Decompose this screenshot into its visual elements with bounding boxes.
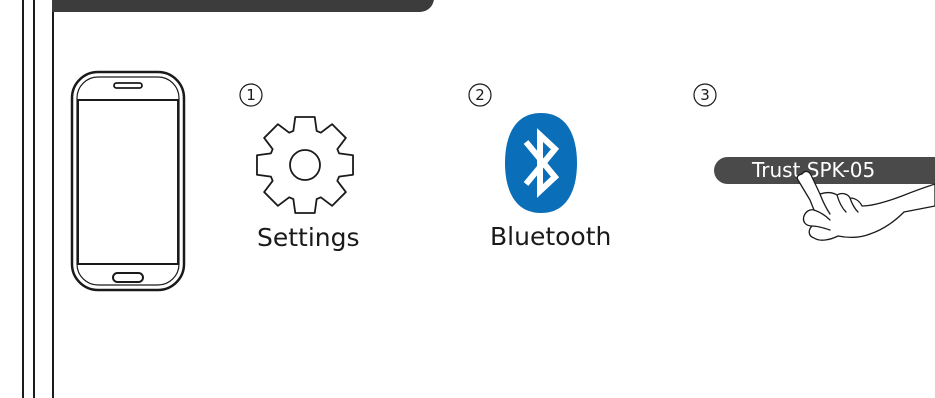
- step-1-number-badge: 1: [239, 83, 263, 107]
- step-2-number-badge: 2: [468, 83, 492, 107]
- bluetooth-icon: [505, 113, 577, 213]
- gear-outline: [256, 116, 354, 214]
- gear-icon: [256, 116, 354, 214]
- content-border-rule: [52, 0, 54, 398]
- step-2-number: 2: [475, 86, 485, 104]
- smartphone-icon: [70, 70, 186, 292]
- header-tab: [52, 0, 434, 12]
- left-border-rule-outer: [22, 0, 24, 398]
- step-1-number: 1: [246, 86, 256, 104]
- bluetooth-label: Bluetooth: [490, 222, 612, 251]
- left-border-rule-inner: [33, 0, 35, 398]
- step-3-number: 3: [700, 86, 710, 104]
- step-3-number-badge: 3: [693, 83, 717, 107]
- hand-pointer-icon: [796, 170, 935, 241]
- settings-label: Settings: [257, 223, 360, 252]
